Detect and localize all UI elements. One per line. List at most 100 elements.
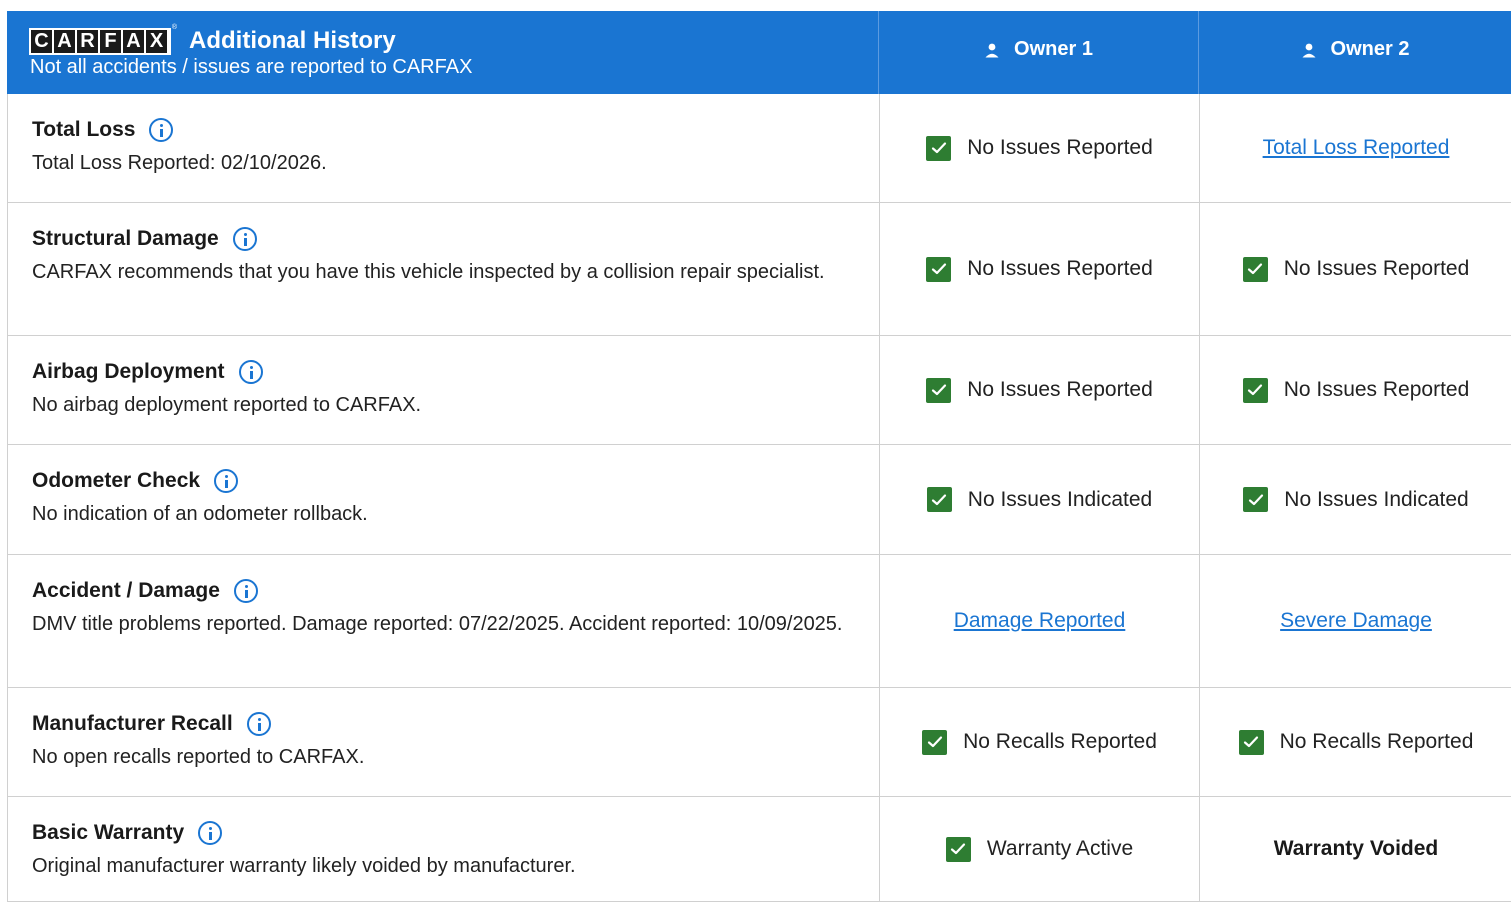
checkmark-icon: [1238, 729, 1264, 755]
row-description: No airbag deployment reported to CARFAX.: [32, 394, 422, 416]
status-text: No Issues Reported: [967, 378, 1153, 401]
row-description: DMV title problems reported. Damage repo…: [32, 613, 843, 635]
row-description-cell: Airbag Deployment No airbag deployment re…: [8, 336, 880, 444]
checkmark-icon: [926, 487, 952, 512]
status-text: No Recalls Reported: [1279, 730, 1474, 753]
status-text: No Recalls Reported: [963, 730, 1157, 753]
logo-letter: A: [123, 29, 144, 53]
logo-letter: A: [54, 29, 75, 53]
status-text: No Issues Reported: [1283, 378, 1470, 401]
row-title-text: Manufacturer Recall: [32, 712, 233, 735]
owner-1-status: No Recalls Reported: [880, 688, 1200, 796]
owner-1-status[interactable]: Damage Reported: [880, 555, 1200, 687]
owner-2-status: No Issues Reported: [1200, 336, 1511, 444]
row-description: CARFAX recommends that you have this veh…: [32, 261, 825, 283]
owner-1-status: Warranty Active: [880, 797, 1200, 901]
status-link[interactable]: Severe Damage: [1280, 609, 1432, 633]
status-text: No Issues Indicated: [967, 487, 1153, 511]
row-title-text: Structural Damage: [32, 227, 219, 250]
row-description: Original manufacturer warranty likely vo…: [32, 855, 576, 877]
page-subtitle: Not all accidents / issues are reported …: [30, 56, 473, 78]
row-title: Basic Warranty: [32, 821, 855, 845]
owner-1-status: No Issues Reported: [880, 336, 1200, 444]
row-description-cell: Structural Damage CARFAX recommends that …: [8, 203, 880, 335]
logo-letter: R: [77, 29, 98, 53]
table-row: Basic Warranty Original manufacturer warr…: [7, 797, 1511, 902]
row-description: Total Loss Reported: 02/10/2026.: [32, 152, 327, 174]
info-icon[interactable]: [198, 821, 223, 845]
table-header: C A R F A X ® Additional History Not all…: [7, 11, 1511, 94]
row-description-cell: Odometer Check No indication of an odomet…: [8, 445, 880, 554]
row-title-text: Odometer Check: [32, 469, 201, 492]
row-title: Manufacturer Recall: [32, 712, 855, 736]
table-row: Total Loss Total Loss Reported: 02/10/202…: [7, 94, 1511, 203]
owner-2-status: No Issues Indicated: [1200, 445, 1511, 554]
row-title: Airbag Deployment: [32, 360, 855, 384]
owner-2-status[interactable]: Severe Damage: [1200, 555, 1511, 687]
row-title: Odometer Check: [32, 469, 855, 493]
header-title-cell: C A R F A X ® Additional History Not all…: [7, 11, 879, 94]
page-title: Additional History: [189, 27, 396, 54]
table-row: Structural Damage CARFAX recommends that …: [7, 203, 1511, 336]
table-row: Manufacturer Recall No open recalls repor…: [7, 688, 1511, 797]
additional-history-table: C A R F A X ® Additional History Not all…: [7, 11, 1511, 902]
row-title-text: Accident / Damage: [32, 579, 220, 602]
owner-2-status: Warranty Voided: [1200, 797, 1511, 901]
status-link[interactable]: Total Loss Reported: [1263, 136, 1450, 160]
status-text: No Issues Reported: [1283, 257, 1470, 280]
status-link[interactable]: Damage Reported: [954, 609, 1126, 633]
table-row: Odometer Check No indication of an odomet…: [7, 445, 1511, 555]
registered-mark: ®: [171, 23, 177, 31]
logo-letter: F: [100, 29, 121, 53]
owner-2-status: No Recalls Reported: [1200, 688, 1511, 796]
row-title: Accident / Damage: [32, 579, 855, 603]
checkmark-icon: [926, 377, 952, 403]
status-text: No Issues Indicated: [1284, 487, 1469, 511]
person-icon: [1302, 43, 1316, 57]
logo-letter: C: [31, 29, 52, 53]
info-icon[interactable]: [149, 118, 174, 142]
info-icon[interactable]: [232, 227, 257, 251]
owner-2-status: No Issues Reported: [1200, 203, 1511, 335]
info-icon[interactable]: [246, 712, 271, 736]
person-icon: [985, 43, 999, 57]
owner-1-status: No Issues Indicated: [880, 445, 1200, 554]
checkmark-icon: [926, 135, 952, 161]
row-title: Total Loss: [32, 118, 855, 142]
status-text: No Issues Reported: [967, 136, 1153, 159]
table-row: Airbag Deployment No airbag deployment re…: [7, 336, 1511, 445]
logo-letter: X: [146, 29, 167, 53]
row-title-text: Basic Warranty: [32, 821, 185, 844]
row-title-text: Airbag Deployment: [32, 360, 225, 383]
table-body: Total Loss Total Loss Reported: 02/10/202…: [7, 94, 1511, 902]
owner-1-status: No Issues Reported: [880, 94, 1200, 202]
checkmark-icon: [1242, 256, 1268, 282]
info-icon[interactable]: [238, 360, 263, 384]
row-title: Structural Damage: [32, 227, 855, 251]
owner-1-status: No Issues Reported: [880, 203, 1200, 335]
owner-1-header: Owner 1: [879, 11, 1199, 94]
info-icon[interactable]: [233, 579, 258, 603]
row-description-cell: Accident / Damage DMV title problems repo…: [8, 555, 880, 687]
row-description: No open recalls reported to CARFAX.: [32, 746, 365, 768]
checkmark-icon: [926, 256, 952, 282]
checkmark-icon: [945, 836, 971, 862]
row-title-text: Total Loss: [32, 118, 136, 141]
table-row: Accident / Damage DMV title problems repo…: [7, 555, 1511, 688]
info-icon[interactable]: [214, 469, 239, 493]
status-text: No Issues Reported: [967, 257, 1153, 280]
status-text: Warranty Voided: [1273, 837, 1439, 860]
row-description-cell: Manufacturer Recall No open recalls repor…: [8, 688, 880, 796]
row-description: No indication of an odometer rollback.: [32, 503, 368, 525]
carfax-logo: C A R F A X ®: [29, 24, 177, 55]
checkmark-icon: [1243, 487, 1269, 512]
row-description-cell: Total Loss Total Loss Reported: 02/10/202…: [8, 94, 880, 202]
checkmark-icon: [1242, 377, 1268, 403]
owner-2-header: Owner 2: [1199, 11, 1511, 94]
checkmark-icon: [922, 729, 948, 755]
owner-2-status[interactable]: Total Loss Reported: [1200, 94, 1511, 202]
status-text: Warranty Active: [986, 837, 1134, 860]
owner-2-label: Owner 2: [1330, 38, 1410, 60]
owner-1-label: Owner 1: [1014, 38, 1093, 60]
row-description-cell: Basic Warranty Original manufacturer warr…: [8, 797, 880, 901]
